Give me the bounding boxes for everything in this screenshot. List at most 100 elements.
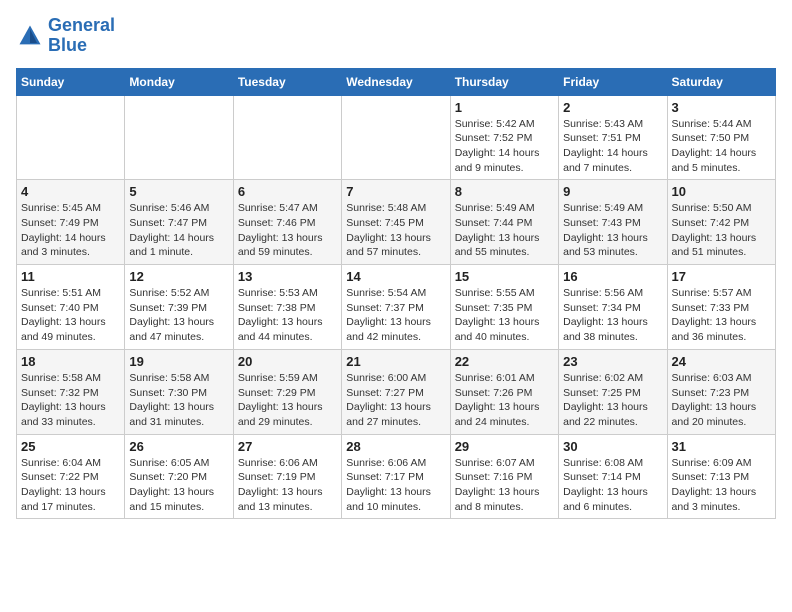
calendar-cell: 4 Sunrise: 5:45 AM Sunset: 7:49 PM Daylig… bbox=[17, 180, 125, 265]
day-info: Sunrise: 6:05 AM Sunset: 7:20 PM Dayligh… bbox=[129, 456, 228, 515]
day-number: 14 bbox=[346, 269, 445, 284]
day-info: Sunrise: 5:44 AM Sunset: 7:50 PM Dayligh… bbox=[672, 117, 771, 176]
day-number: 11 bbox=[21, 269, 120, 284]
calendar-cell: 10 Sunrise: 5:50 AM Sunset: 7:42 PM Dayli… bbox=[667, 180, 775, 265]
calendar-cell: 15 Sunrise: 5:55 AM Sunset: 7:35 PM Dayli… bbox=[450, 265, 558, 350]
day-info: Sunrise: 5:48 AM Sunset: 7:45 PM Dayligh… bbox=[346, 201, 445, 260]
day-number: 5 bbox=[129, 184, 228, 199]
calendar-cell: 6 Sunrise: 5:47 AM Sunset: 7:46 PM Daylig… bbox=[233, 180, 341, 265]
header-monday: Monday bbox=[125, 68, 233, 95]
day-number: 10 bbox=[672, 184, 771, 199]
day-info: Sunrise: 5:47 AM Sunset: 7:46 PM Dayligh… bbox=[238, 201, 337, 260]
day-number: 31 bbox=[672, 439, 771, 454]
calendar-week-2: 4 Sunrise: 5:45 AM Sunset: 7:49 PM Daylig… bbox=[17, 180, 776, 265]
day-info: Sunrise: 5:55 AM Sunset: 7:35 PM Dayligh… bbox=[455, 286, 554, 345]
day-info: Sunrise: 5:43 AM Sunset: 7:51 PM Dayligh… bbox=[563, 117, 662, 176]
calendar-cell: 2Sunrise: 5:43 AM Sunset: 7:51 PM Daylig… bbox=[559, 95, 667, 180]
day-number: 7 bbox=[346, 184, 445, 199]
calendar-cell bbox=[17, 95, 125, 180]
calendar-cell: 3 Sunrise: 5:44 AM Sunset: 7:50 PM Daylig… bbox=[667, 95, 775, 180]
day-number: 4 bbox=[21, 184, 120, 199]
calendar-cell: 25Sunrise: 6:04 AM Sunset: 7:22 PM Dayli… bbox=[17, 434, 125, 519]
day-number: 29 bbox=[455, 439, 554, 454]
day-info: Sunrise: 5:57 AM Sunset: 7:33 PM Dayligh… bbox=[672, 286, 771, 345]
header-wednesday: Wednesday bbox=[342, 68, 450, 95]
calendar-cell: 29 Sunrise: 6:07 AM Sunset: 7:16 PM Dayli… bbox=[450, 434, 558, 519]
calendar-week-5: 25Sunrise: 6:04 AM Sunset: 7:22 PM Dayli… bbox=[17, 434, 776, 519]
day-number: 13 bbox=[238, 269, 337, 284]
calendar-cell: 22 Sunrise: 6:01 AM Sunset: 7:26 PM Dayli… bbox=[450, 349, 558, 434]
calendar-week-1: 1Sunrise: 5:42 AM Sunset: 7:52 PM Daylig… bbox=[17, 95, 776, 180]
day-info: Sunrise: 5:50 AM Sunset: 7:42 PM Dayligh… bbox=[672, 201, 771, 260]
logo-icon bbox=[16, 22, 44, 50]
day-info: Sunrise: 5:58 AM Sunset: 7:32 PM Dayligh… bbox=[21, 371, 120, 430]
day-number: 1 bbox=[455, 100, 554, 115]
logo-text: General Blue bbox=[48, 16, 115, 56]
day-info: Sunrise: 6:06 AM Sunset: 7:19 PM Dayligh… bbox=[238, 456, 337, 515]
calendar-cell bbox=[233, 95, 341, 180]
calendar-cell: 16Sunrise: 5:56 AM Sunset: 7:34 PM Dayli… bbox=[559, 265, 667, 350]
day-number: 28 bbox=[346, 439, 445, 454]
day-info: Sunrise: 5:49 AM Sunset: 7:44 PM Dayligh… bbox=[455, 201, 554, 260]
day-info: Sunrise: 6:07 AM Sunset: 7:16 PM Dayligh… bbox=[455, 456, 554, 515]
day-number: 15 bbox=[455, 269, 554, 284]
day-number: 21 bbox=[346, 354, 445, 369]
calendar-cell bbox=[125, 95, 233, 180]
day-info: Sunrise: 6:06 AM Sunset: 7:17 PM Dayligh… bbox=[346, 456, 445, 515]
day-info: Sunrise: 6:03 AM Sunset: 7:23 PM Dayligh… bbox=[672, 371, 771, 430]
day-info: Sunrise: 5:56 AM Sunset: 7:34 PM Dayligh… bbox=[563, 286, 662, 345]
calendar-cell: 20Sunrise: 5:59 AM Sunset: 7:29 PM Dayli… bbox=[233, 349, 341, 434]
calendar-cell: 5Sunrise: 5:46 AM Sunset: 7:47 PM Daylig… bbox=[125, 180, 233, 265]
day-info: Sunrise: 6:04 AM Sunset: 7:22 PM Dayligh… bbox=[21, 456, 120, 515]
calendar-table: SundayMondayTuesdayWednesdayThursdayFrid… bbox=[16, 68, 776, 520]
day-info: Sunrise: 6:09 AM Sunset: 7:13 PM Dayligh… bbox=[672, 456, 771, 515]
day-number: 6 bbox=[238, 184, 337, 199]
calendar-cell: 23 Sunrise: 6:02 AM Sunset: 7:25 PM Dayli… bbox=[559, 349, 667, 434]
day-number: 26 bbox=[129, 439, 228, 454]
calendar-cell: 14 Sunrise: 5:54 AM Sunset: 7:37 PM Dayli… bbox=[342, 265, 450, 350]
day-info: Sunrise: 6:02 AM Sunset: 7:25 PM Dayligh… bbox=[563, 371, 662, 430]
day-info: Sunrise: 5:53 AM Sunset: 7:38 PM Dayligh… bbox=[238, 286, 337, 345]
calendar-cell: 30Sunrise: 6:08 AM Sunset: 7:14 PM Dayli… bbox=[559, 434, 667, 519]
calendar-cell: 31 Sunrise: 6:09 AM Sunset: 7:13 PM Dayli… bbox=[667, 434, 775, 519]
logo: General Blue bbox=[16, 16, 115, 56]
day-number: 27 bbox=[238, 439, 337, 454]
header-friday: Friday bbox=[559, 68, 667, 95]
calendar-cell: 7 Sunrise: 5:48 AM Sunset: 7:45 PM Daylig… bbox=[342, 180, 450, 265]
calendar-cell: 24Sunrise: 6:03 AM Sunset: 7:23 PM Dayli… bbox=[667, 349, 775, 434]
day-number: 17 bbox=[672, 269, 771, 284]
day-number: 3 bbox=[672, 100, 771, 115]
header-thursday: Thursday bbox=[450, 68, 558, 95]
calendar-cell: 8 Sunrise: 5:49 AM Sunset: 7:44 PM Daylig… bbox=[450, 180, 558, 265]
day-number: 23 bbox=[563, 354, 662, 369]
calendar-cell: 28 Sunrise: 6:06 AM Sunset: 7:17 PM Dayli… bbox=[342, 434, 450, 519]
day-number: 30 bbox=[563, 439, 662, 454]
calendar-cell: 11Sunrise: 5:51 AM Sunset: 7:40 PM Dayli… bbox=[17, 265, 125, 350]
day-number: 9 bbox=[563, 184, 662, 199]
header-saturday: Saturday bbox=[667, 68, 775, 95]
day-number: 18 bbox=[21, 354, 120, 369]
header-sunday: Sunday bbox=[17, 68, 125, 95]
day-info: Sunrise: 5:49 AM Sunset: 7:43 PM Dayligh… bbox=[563, 201, 662, 260]
calendar-cell: 27 Sunrise: 6:06 AM Sunset: 7:19 PM Dayli… bbox=[233, 434, 341, 519]
day-info: Sunrise: 6:01 AM Sunset: 7:26 PM Dayligh… bbox=[455, 371, 554, 430]
calendar-cell: 13 Sunrise: 5:53 AM Sunset: 7:38 PM Dayli… bbox=[233, 265, 341, 350]
day-number: 8 bbox=[455, 184, 554, 199]
day-number: 12 bbox=[129, 269, 228, 284]
page-header: General Blue bbox=[16, 16, 776, 56]
day-number: 22 bbox=[455, 354, 554, 369]
calendar-header-row: SundayMondayTuesdayWednesdayThursdayFrid… bbox=[17, 68, 776, 95]
calendar-week-3: 11Sunrise: 5:51 AM Sunset: 7:40 PM Dayli… bbox=[17, 265, 776, 350]
calendar-cell: 12 Sunrise: 5:52 AM Sunset: 7:39 PM Dayli… bbox=[125, 265, 233, 350]
calendar-cell: 17 Sunrise: 5:57 AM Sunset: 7:33 PM Dayli… bbox=[667, 265, 775, 350]
calendar-cell bbox=[342, 95, 450, 180]
day-info: Sunrise: 6:00 AM Sunset: 7:27 PM Dayligh… bbox=[346, 371, 445, 430]
day-info: Sunrise: 5:45 AM Sunset: 7:49 PM Dayligh… bbox=[21, 201, 120, 260]
day-info: Sunrise: 5:54 AM Sunset: 7:37 PM Dayligh… bbox=[346, 286, 445, 345]
day-number: 20 bbox=[238, 354, 337, 369]
day-info: Sunrise: 5:52 AM Sunset: 7:39 PM Dayligh… bbox=[129, 286, 228, 345]
calendar-week-4: 18 Sunrise: 5:58 AM Sunset: 7:32 PM Dayli… bbox=[17, 349, 776, 434]
calendar-cell: 19Sunrise: 5:58 AM Sunset: 7:30 PM Dayli… bbox=[125, 349, 233, 434]
calendar-cell: 18 Sunrise: 5:58 AM Sunset: 7:32 PM Dayli… bbox=[17, 349, 125, 434]
header-tuesday: Tuesday bbox=[233, 68, 341, 95]
